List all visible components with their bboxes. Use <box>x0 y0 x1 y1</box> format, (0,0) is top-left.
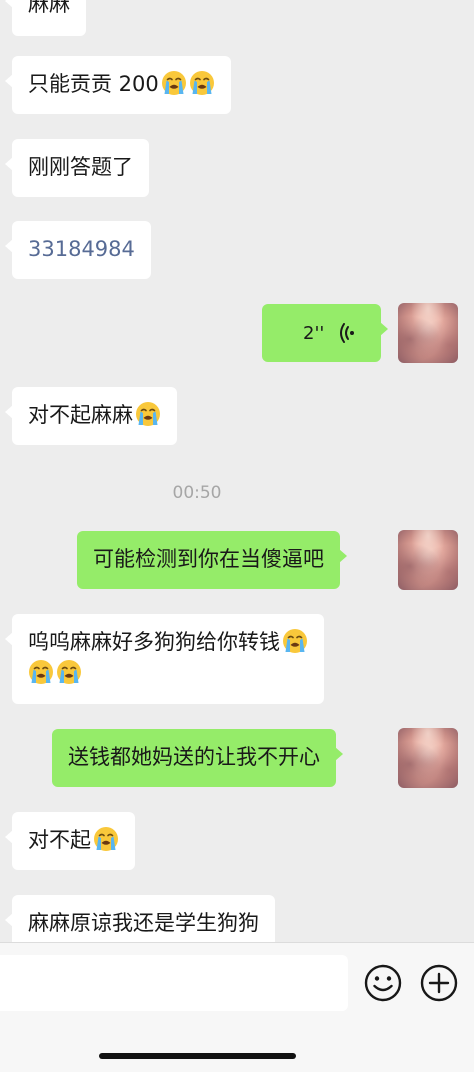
message-text: 对不起 <box>28 828 91 852</box>
chat-area[interactable]: 麻麻 只能贡贡 200 刚刚答题了 33184984 2'' 对不起麻麻 00:… <box>0 0 474 942</box>
message-text: 对不起麻麻 <box>28 403 133 427</box>
avatar[interactable] <box>398 728 458 788</box>
input-bar <box>0 942 474 1072</box>
message-bubble[interactable]: 对不起麻麻 <box>5 387 177 445</box>
message-bubble[interactable]: 可能检测到你在当傻逼吧 <box>77 531 347 589</box>
message-bubble[interactable]: 刚刚答题了 <box>5 139 149 197</box>
crying-emoji-icon <box>56 659 82 685</box>
message-text: 呜呜麻麻好多狗狗给你转钱 <box>28 630 280 654</box>
message-text: 可能检测到你在当傻逼吧 <box>93 547 324 571</box>
message-text: 只能贡贡 200 <box>28 72 159 96</box>
message-bubble[interactable]: 麻麻 <box>5 0 86 36</box>
message-bubble[interactable]: 麻麻原谅我还是学生狗狗 <box>5 895 275 942</box>
crying-emoji-icon <box>189 70 215 96</box>
avatar[interactable] <box>398 530 458 590</box>
phone-number-link[interactable]: 33184984 <box>28 237 135 261</box>
crying-emoji-icon <box>282 628 308 654</box>
avatar[interactable] <box>398 303 458 363</box>
message-bubble[interactable]: 只能贡贡 200 <box>5 56 231 114</box>
smiley-face-icon[interactable] <box>363 963 403 1003</box>
voice-duration: 2'' <box>303 323 325 344</box>
timestamp: 00:50 <box>172 483 222 503</box>
plus-circle-icon[interactable] <box>419 963 459 1003</box>
crying-emoji-icon <box>28 659 54 685</box>
voice-wave-icon <box>340 323 354 343</box>
message-text: 麻麻 <box>28 0 70 16</box>
voice-message-bubble[interactable]: 2'' <box>262 304 388 362</box>
message-text: 送钱都她妈送的让我不开心 <box>68 745 320 769</box>
message-input[interactable] <box>0 955 348 1011</box>
crying-emoji-icon <box>93 826 119 852</box>
message-text: 麻麻原谅我还是学生狗狗 <box>28 911 259 935</box>
message-bubble[interactable]: 对不起 <box>5 812 135 870</box>
message-bubble[interactable]: 送钱都她妈送的让我不开心 <box>52 729 343 787</box>
crying-emoji-icon <box>161 70 187 96</box>
home-indicator <box>99 1053 296 1059</box>
crying-emoji-icon <box>135 401 161 427</box>
message-bubble[interactable]: 呜呜麻麻好多狗狗给你转钱 <box>5 614 324 704</box>
message-bubble[interactable]: 33184984 <box>5 221 151 279</box>
message-text: 刚刚答题了 <box>28 155 133 179</box>
